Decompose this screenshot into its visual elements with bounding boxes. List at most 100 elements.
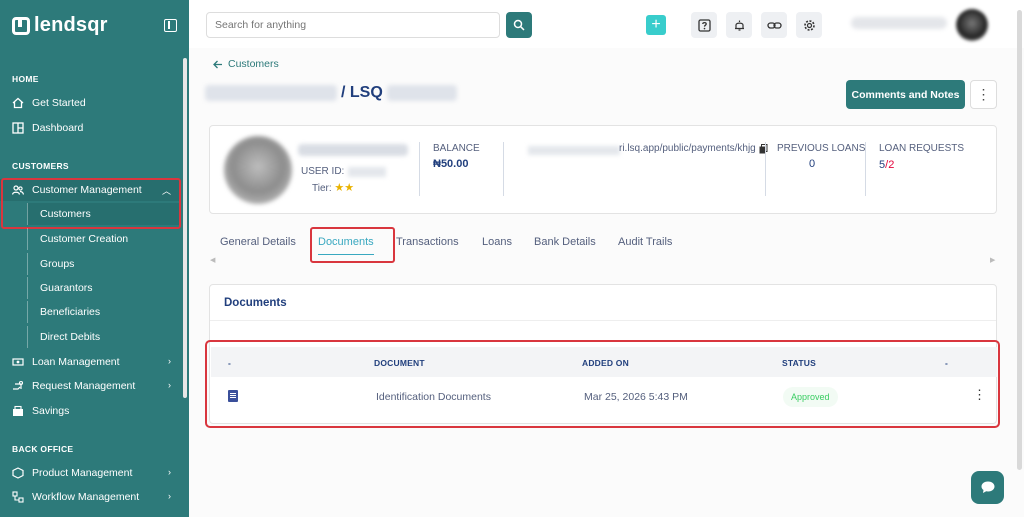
sidebar-item-dashboard[interactable]: Dashboard (0, 117, 181, 139)
loan-icon (12, 356, 24, 368)
link-button[interactable] (761, 12, 787, 38)
sidebar: lendsqr HOME Get Started Dashboard CUSTO… (0, 0, 189, 517)
page-title: / LSQ (205, 84, 457, 102)
documents-tab-highlight (310, 227, 395, 263)
dashboard-icon (12, 122, 24, 134)
payment-link-redacted (528, 146, 620, 155)
sidebar-item-direct-debits[interactable]: Direct Debits (27, 326, 181, 348)
sidebar-item-loan-management[interactable]: Loan Management › (0, 351, 181, 373)
balance-label: BALANCE (433, 143, 480, 154)
link-icon (766, 21, 782, 29)
documents-table-highlight (205, 340, 1000, 428)
sidebar-scrollbar[interactable] (183, 58, 187, 398)
tab-bank-details[interactable]: Bank Details (534, 230, 596, 254)
tier: Tier: ★★ (312, 181, 354, 194)
tab-audit-trails[interactable]: Audit Trails (618, 230, 672, 254)
chevron-right-icon: › (168, 356, 171, 366)
sidebar-item-savings[interactable]: Savings (0, 400, 181, 422)
home-icon (12, 97, 24, 109)
sidebar-item-workflow-management[interactable]: Workflow Management › (0, 486, 181, 508)
divider (419, 142, 420, 196)
customer-summary-card: USER ID: Tier: ★★ BALANCE ₦50.00 ri.lsq.… (209, 125, 997, 214)
page-scrollbar[interactable] (1017, 10, 1022, 470)
tab-loans[interactable]: Loans (482, 230, 512, 254)
customer-management-highlight (1, 178, 181, 229)
documents-title: Documents (224, 297, 287, 309)
sidebar-item-beneficiaries[interactable]: Beneficiaries (27, 301, 181, 323)
search-icon (513, 19, 525, 31)
sidebar-item-label: Product Management (32, 467, 133, 479)
section-home: HOME (12, 74, 39, 84)
comments-and-notes-button[interactable]: Comments and Notes (846, 80, 965, 109)
user-id: USER ID: (301, 166, 387, 177)
logo-icon (12, 16, 30, 35)
sidebar-item-groups[interactable]: Groups (27, 253, 181, 275)
chevron-right-icon: › (168, 380, 171, 390)
bell-icon (734, 20, 744, 31)
sidebar-item-label: Loan Management (32, 356, 120, 368)
sidebar-item-customer-creation[interactable]: Customer Creation (27, 228, 181, 250)
loan-requests-label: LOAN REQUESTS (879, 143, 965, 154)
chevron-right-icon: › (168, 491, 171, 501)
sidebar-item-label: Get Started (32, 97, 86, 109)
customer-id-redacted (386, 85, 457, 101)
customer-name-redacted (205, 85, 337, 101)
sidebar-item-guarantors[interactable]: Guarantors (27, 277, 181, 299)
chevron-right-icon: › (168, 467, 171, 477)
tab-general-details[interactable]: General Details (220, 230, 296, 254)
payment-link[interactable]: ri.lsq.app/public/payments/khjg (619, 143, 768, 154)
sidebar-item-label: Request Management (32, 380, 136, 392)
user-name[interactable] (851, 17, 947, 29)
sidebar-item-label: Dashboard (32, 122, 84, 134)
tabs-scroll-left-icon[interactable]: ◀ (210, 256, 215, 264)
notifications-button[interactable] (726, 12, 752, 38)
section-back-office: BACK OFFICE (12, 444, 74, 454)
previous-loans-value: 0 (809, 158, 816, 170)
search-input[interactable] (206, 12, 500, 38)
brand-logo[interactable]: lendsqr (12, 14, 108, 37)
back-label: Customers (228, 58, 279, 70)
star-icon: ★★ (334, 182, 355, 194)
add-button[interactable]: + (646, 15, 666, 35)
sidebar-item-request-management[interactable]: Request Management › (0, 375, 181, 397)
customer-photo (224, 136, 292, 204)
chat-icon (981, 481, 994, 493)
divider (503, 142, 504, 196)
workflow-icon (12, 491, 24, 503)
loan-requests-pending: 2 (888, 159, 895, 171)
gear-icon (803, 19, 815, 31)
section-customers: CUSTOMERS (12, 161, 69, 171)
savings-icon (12, 405, 24, 417)
payment-link-text: ri.lsq.app/public/payments/khjg (619, 143, 756, 154)
customer-name-redacted (298, 144, 408, 156)
avatar[interactable] (956, 9, 988, 41)
balance-value: ₦50.00 (433, 158, 469, 170)
sidebar-item-product-management[interactable]: Product Management › (0, 462, 181, 484)
tab-transactions[interactable]: Transactions (396, 230, 459, 254)
user-id-label: USER ID: (301, 166, 345, 177)
divider (765, 142, 766, 196)
product-icon (12, 467, 24, 479)
loan-requests-value: 5/2 (879, 159, 894, 171)
chat-button[interactable] (971, 471, 1004, 504)
kebab-icon: ⋮ (976, 86, 991, 102)
help-icon (697, 18, 711, 32)
request-icon (12, 380, 24, 392)
user-id-redacted (348, 166, 387, 177)
tier-label: Tier: (312, 183, 332, 194)
tabs-scroll-right-icon[interactable]: ▶ (990, 256, 995, 264)
copy-icon[interactable] (759, 143, 768, 154)
sidebar-collapse-icon[interactable] (164, 19, 177, 32)
divider (865, 142, 866, 196)
sidebar-item-get-started[interactable]: Get Started (0, 92, 181, 114)
title-id-prefix: / LSQ (341, 84, 383, 101)
help-button[interactable] (691, 12, 717, 38)
divider (210, 320, 996, 321)
sidebar-item-label: Savings (32, 405, 70, 417)
settings-button[interactable] (796, 12, 822, 38)
more-options-button[interactable]: ⋮ (970, 80, 997, 109)
search-button[interactable] (506, 12, 532, 38)
sidebar-item-label: Workflow Management (32, 491, 140, 503)
back-to-customers-link[interactable]: Customers (213, 58, 279, 70)
arrow-left-icon (213, 60, 222, 68)
